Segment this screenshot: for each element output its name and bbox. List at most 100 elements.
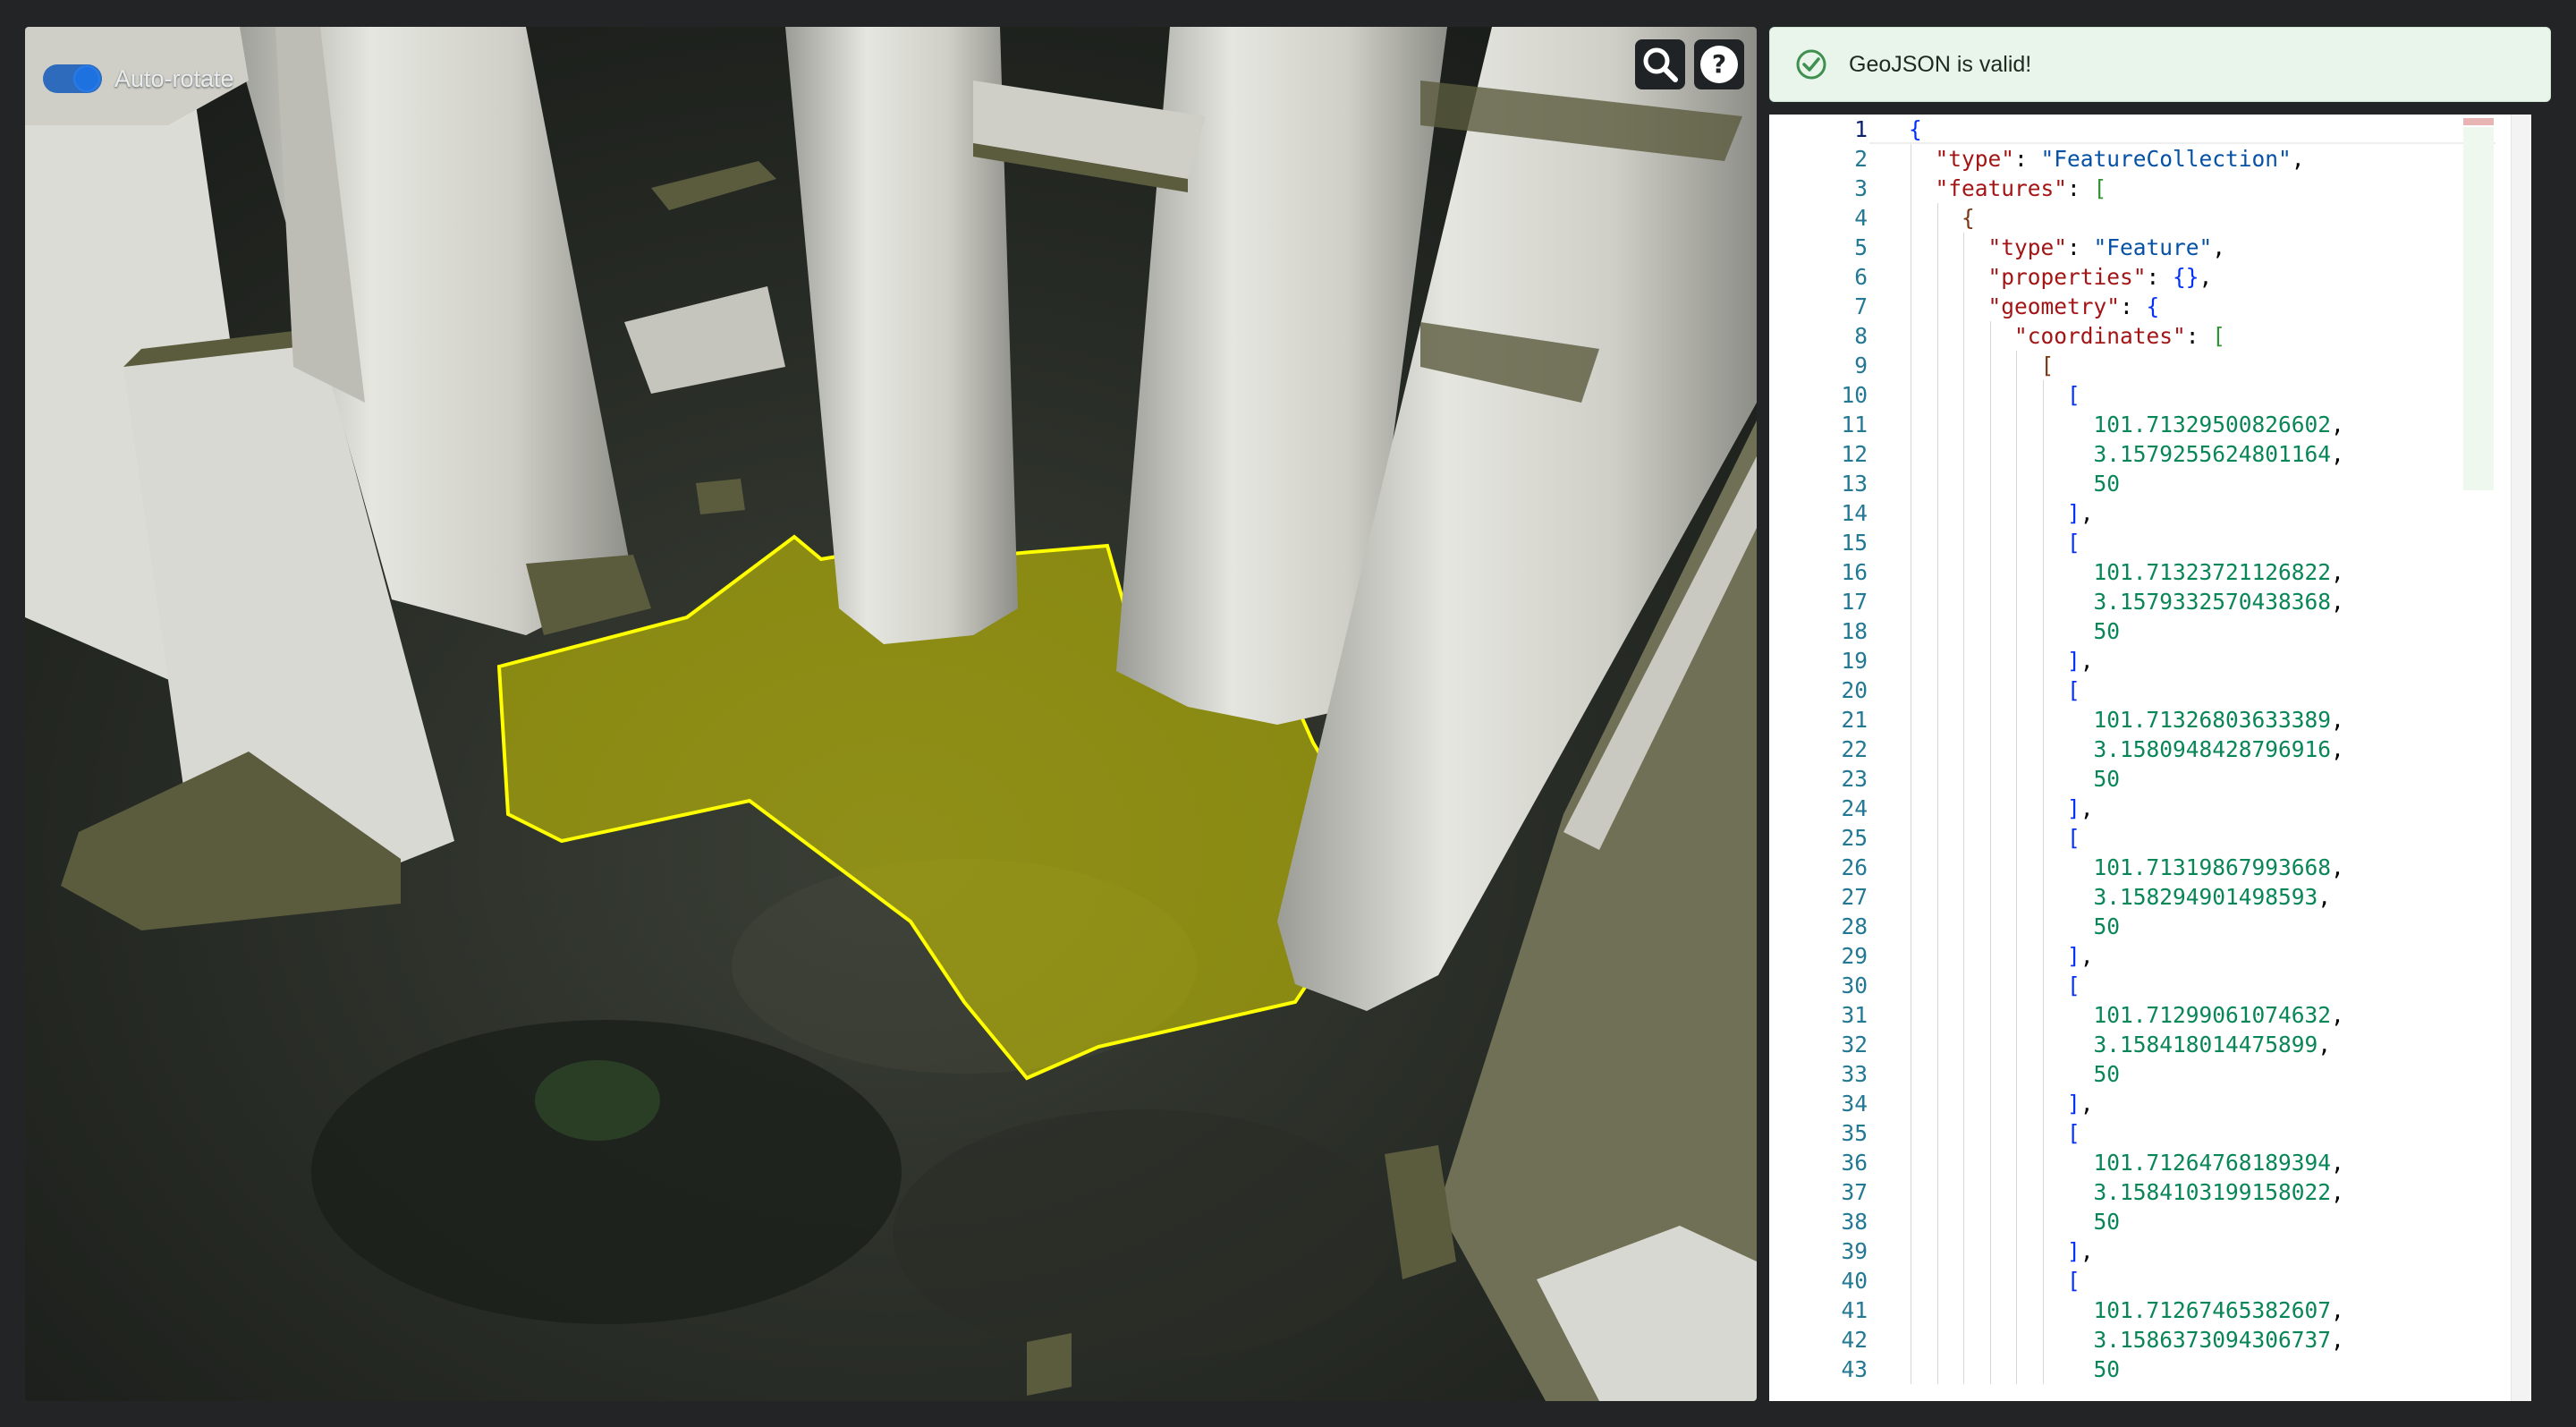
line-number: 9 bbox=[1854, 353, 1868, 378]
line-number: 33 bbox=[1841, 1061, 1868, 1087]
code-token: , bbox=[2331, 1002, 2344, 1028]
code-token: ] bbox=[2067, 648, 2080, 674]
code-token: [ bbox=[2067, 677, 2080, 703]
help-button[interactable]: ? bbox=[1694, 39, 1744, 89]
line-number: 42 bbox=[1841, 1327, 1868, 1353]
code-line[interactable]: 23 50 bbox=[1769, 764, 2531, 794]
code-line[interactable]: 36 101.71264768189394, bbox=[1769, 1148, 2531, 1177]
code-line[interactable]: 19], bbox=[1769, 646, 2531, 675]
code-token: 101.71264768189394 bbox=[2093, 1150, 2332, 1176]
code-line[interactable]: 13 50 bbox=[1769, 469, 2531, 498]
code-line[interactable]: 43 50 bbox=[1769, 1355, 2531, 1384]
code-text: { bbox=[1962, 203, 1975, 233]
code-token: "properties" bbox=[1987, 264, 2147, 290]
code-text: 50 bbox=[2094, 1355, 2121, 1384]
code-text: 3.1584103199158022, bbox=[2094, 1177, 2344, 1207]
code-text: 101.71264768189394, bbox=[2094, 1148, 2344, 1177]
code-text: [ bbox=[2067, 1266, 2080, 1295]
code-token: , bbox=[2080, 1238, 2094, 1264]
code-line[interactable]: 33 50 bbox=[1769, 1059, 2531, 1089]
search-button[interactable] bbox=[1635, 39, 1685, 89]
code-line[interactable]: 8 "coordinates": [ bbox=[1769, 321, 2531, 351]
code-line[interactable]: 21 101.71326803633389, bbox=[1769, 705, 2531, 735]
code-token: "features" bbox=[1935, 175, 2068, 201]
code-line[interactable]: 34], bbox=[1769, 1089, 2531, 1118]
code-token: 50 bbox=[2093, 766, 2121, 792]
code-line[interactable]: 17 3.1579332570438368, bbox=[1769, 587, 2531, 616]
map-viewport[interactable]: Auto-rotate ? bbox=[25, 27, 1757, 1401]
code-line[interactable]: 29], bbox=[1769, 941, 2531, 971]
code-line[interactable]: 35 [ bbox=[1769, 1118, 2531, 1148]
geojson-editor[interactable]: 1{2 "type": "FeatureCollection", 3 "feature… bbox=[1769, 115, 2531, 1401]
code-token: { bbox=[2146, 293, 2160, 319]
auto-rotate-toggle[interactable] bbox=[43, 64, 102, 93]
code-line[interactable]: 2 "type": "FeatureCollection", bbox=[1769, 144, 2531, 174]
vertical-scrollbar[interactable] bbox=[2511, 115, 2531, 1401]
code-line[interactable]: 14], bbox=[1769, 498, 2531, 528]
code-line[interactable]: 5 "type": "Feature", bbox=[1769, 233, 2531, 262]
indent-guide bbox=[1989, 321, 1991, 1384]
code-line[interactable]: 11 101.71329500826602, bbox=[1769, 410, 2531, 439]
code-token: , bbox=[2331, 1327, 2344, 1353]
code-line[interactable]: 12 3.1579255624801164, bbox=[1769, 439, 2531, 469]
svg-text:?: ? bbox=[1712, 49, 1726, 79]
line-number: 15 bbox=[1841, 530, 1868, 556]
auto-rotate-label: Auto-rotate bbox=[114, 64, 234, 92]
indent-guide bbox=[2016, 351, 2017, 1384]
code-text: [ bbox=[2067, 675, 2080, 705]
code-line[interactable]: 30 [ bbox=[1769, 971, 2531, 1000]
code-token: , bbox=[2331, 736, 2344, 762]
code-line[interactable]: 20 [ bbox=[1769, 675, 2531, 705]
line-number: 28 bbox=[1841, 913, 1868, 939]
code-line[interactable]: 37 3.1584103199158022, bbox=[1769, 1177, 2531, 1207]
code-token: , bbox=[2331, 1179, 2344, 1205]
line-number: 27 bbox=[1841, 884, 1868, 910]
line-number: 12 bbox=[1841, 441, 1868, 467]
code-line[interactable]: 27 3.158294901498593, bbox=[1769, 882, 2531, 912]
code-line[interactable]: 26 101.71319867993668, bbox=[1769, 853, 2531, 882]
code-token: 101.71299061074632 bbox=[2093, 1002, 2332, 1028]
code-line[interactable]: 28 50 bbox=[1769, 912, 2531, 941]
code-line[interactable]: 18 50 bbox=[1769, 616, 2531, 646]
auto-rotate-control[interactable]: Auto-rotate bbox=[43, 59, 234, 98]
code-token: 101.71326803633389 bbox=[2093, 707, 2332, 733]
code-text: [ bbox=[2067, 971, 2080, 1000]
code-line[interactable]: 38 50 bbox=[1769, 1207, 2531, 1236]
code-line[interactable]: 9[ bbox=[1769, 351, 2531, 380]
code-token: [ bbox=[2067, 825, 2080, 851]
minimap[interactable] bbox=[2458, 115, 2512, 490]
3d-scene[interactable] bbox=[25, 27, 1757, 1401]
code-line[interactable]: 25 [ bbox=[1769, 823, 2531, 853]
search-icon bbox=[1643, 47, 1678, 82]
code-token: , bbox=[2331, 559, 2344, 585]
line-number: 26 bbox=[1841, 854, 1868, 880]
code-text: ], bbox=[2067, 1236, 2094, 1266]
code-line[interactable]: 3 "features": [ bbox=[1769, 174, 2531, 203]
line-number: 11 bbox=[1841, 412, 1868, 437]
code-line[interactable]: 31 101.71299061074632, bbox=[1769, 1000, 2531, 1030]
code-line[interactable]: 4{ bbox=[1769, 203, 2531, 233]
code-line[interactable]: 42 3.1586373094306737, bbox=[1769, 1325, 2531, 1355]
code-line[interactable]: 40 [ bbox=[1769, 1266, 2531, 1295]
code-token: 50 bbox=[2093, 618, 2121, 644]
code-line[interactable]: 39], bbox=[1769, 1236, 2531, 1266]
code-line[interactable]: 6 "properties": {}, bbox=[1769, 262, 2531, 292]
line-number: 19 bbox=[1841, 648, 1868, 674]
code-token: , bbox=[2318, 1032, 2332, 1058]
code-line[interactable]: 1{ bbox=[1769, 115, 2531, 144]
code-token: 101.71329500826602 bbox=[2093, 412, 2332, 437]
code-text: "features": [ bbox=[1936, 174, 2107, 203]
code-token: , bbox=[2080, 500, 2094, 526]
code-line[interactable]: 10 [ bbox=[1769, 380, 2531, 410]
code-line[interactable]: 24], bbox=[1769, 794, 2531, 823]
code-text: 50 bbox=[2094, 1059, 2121, 1089]
code-token: ] bbox=[2067, 1091, 2080, 1117]
code-text: "type": "Feature", bbox=[1988, 233, 2226, 262]
code-line[interactable]: 41 101.71267465382607, bbox=[1769, 1295, 2531, 1325]
code-line[interactable]: 15 [ bbox=[1769, 528, 2531, 557]
code-token: , bbox=[2318, 884, 2332, 910]
code-line[interactable]: 32 3.158418014475899, bbox=[1769, 1030, 2531, 1059]
code-line[interactable]: 7 "geometry": { bbox=[1769, 292, 2531, 321]
code-line[interactable]: 22 3.1580948428796916, bbox=[1769, 735, 2531, 764]
code-line[interactable]: 16 101.71323721126822, bbox=[1769, 557, 2531, 587]
